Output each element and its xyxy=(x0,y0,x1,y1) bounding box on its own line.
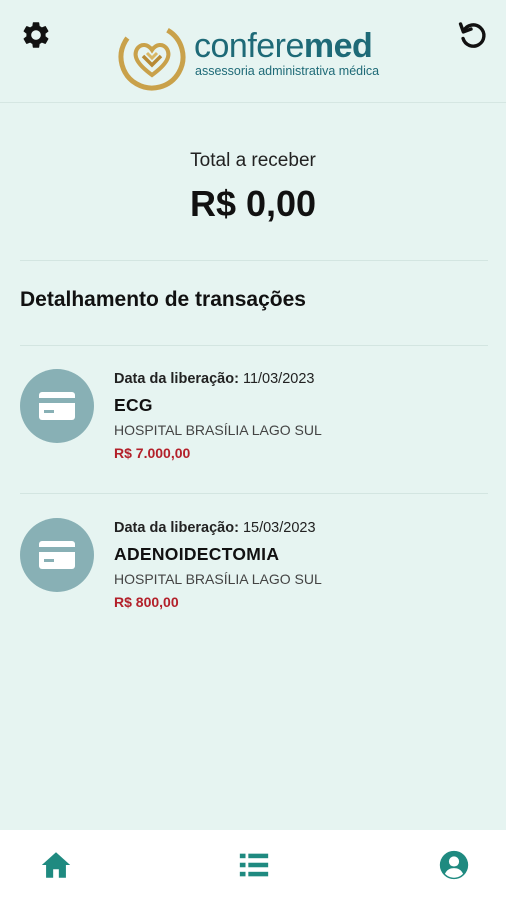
total-label: Total a receber xyxy=(190,150,316,171)
refresh-icon[interactable] xyxy=(456,18,490,52)
transaction-details: Data da liberação: 15/03/2023 ADENOIDECT… xyxy=(114,518,322,611)
transaction-icon xyxy=(20,518,94,592)
transaction-details: Data da liberação: 11/03/2023 ECG HOSPIT… xyxy=(114,369,322,462)
divider xyxy=(20,493,488,494)
account-icon[interactable] xyxy=(437,848,471,882)
credit-card-icon xyxy=(39,541,75,569)
transaction-item[interactable]: Data da liberação: 15/03/2023 ADENOIDECT… xyxy=(0,518,506,638)
gear-icon[interactable] xyxy=(20,19,52,51)
transaction-amount: R$ 7.000,00 xyxy=(114,445,191,461)
brand-logo: conferemed assessoria administrativa méd… xyxy=(117,22,397,92)
app-header: conferemed assessoria administrativa méd… xyxy=(0,0,506,103)
procedure-name: ADENOIDECTOMIA xyxy=(114,544,280,564)
release-date: Data da liberação: 11/03/2023 xyxy=(114,371,315,387)
hospital-name: HOSPITAL BRASÍLIA LAGO SUL xyxy=(114,422,322,438)
brand-name: conferemed xyxy=(194,27,373,65)
transaction-item[interactable]: Data da liberação: 11/03/2023 ECG HOSPIT… xyxy=(0,369,506,489)
transaction-icon xyxy=(20,369,94,443)
section-title: Detalhamento de transações xyxy=(20,288,306,311)
divider xyxy=(20,345,488,346)
logo-mark-icon xyxy=(118,23,186,91)
procedure-name: ECG xyxy=(114,395,153,415)
transaction-amount: R$ 800,00 xyxy=(114,594,179,610)
divider xyxy=(20,260,488,261)
home-icon[interactable] xyxy=(39,848,73,882)
total-value: R$ 0,00 xyxy=(189,183,317,224)
hospital-name: HOSPITAL BRASÍLIA LAGO SUL xyxy=(114,571,322,587)
list-icon[interactable] xyxy=(237,848,271,882)
bottom-nav xyxy=(0,830,506,900)
release-date: Data da liberação: 15/03/2023 xyxy=(114,520,316,536)
credit-card-icon xyxy=(39,392,75,420)
brand-tagline: assessoria administrativa médica xyxy=(195,64,380,78)
